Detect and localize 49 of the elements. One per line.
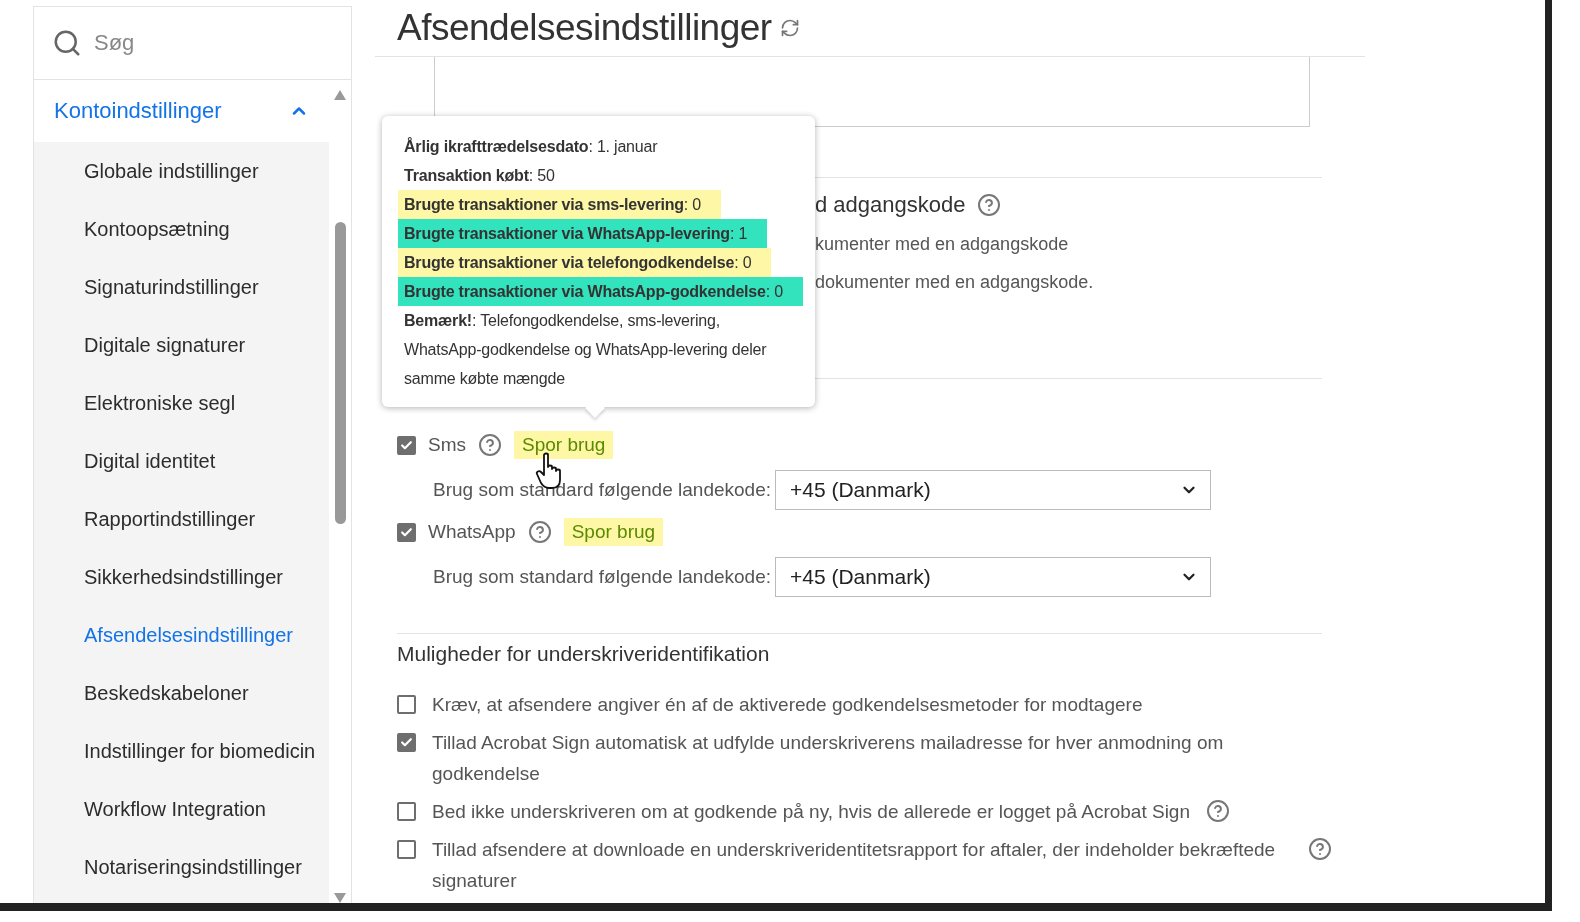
- checkbox[interactable]: [397, 840, 416, 859]
- sidebar-item[interactable]: Globale indstillinger: [34, 142, 329, 200]
- track-usage-link[interactable]: Spor brug: [514, 431, 614, 460]
- refresh-icon[interactable]: [779, 18, 800, 39]
- sidebar-item[interactable]: Beskedskabeloner: [34, 664, 329, 722]
- tooltip-line: Bemærk!: Telefongodkendelse, sms-levering, WhatsApp-godkendelse og WhatsApp-levering deler samme købte mængde: [404, 311, 768, 389]
- country-code-label: Brug som standard følgende landekode:: [433, 479, 771, 502]
- option-label: Tillad Acrobat Sign automatisk at udfylde underskriverens mailadresse for hver anmodning om godkendelse: [432, 731, 1225, 786]
- option-label: kumenter med en adgangskode: [815, 233, 1070, 256]
- help-icon[interactable]: [1206, 799, 1230, 823]
- country-select[interactable]: +45 (Danmark): [775, 557, 1211, 598]
- sidebar-item[interactable]: Sikkerhedsindstillinger: [34, 548, 329, 606]
- section-heading: d adgangskode: [815, 191, 966, 218]
- method-label: Sms: [428, 434, 466, 457]
- sidebar-item[interactable]: Workflow Integration: [34, 780, 329, 838]
- page-title: Afsendelsesindstillinger: [397, 7, 772, 50]
- option-label: Kræv, at afsendere angiver én af de aktiverede godkendelsesmetoder for modtagere: [432, 693, 1143, 717]
- track-usage-link[interactable]: Spor brug: [563, 518, 664, 547]
- sidebar-item[interactable]: Elektroniske segl: [34, 374, 329, 432]
- sidebar-item[interactable]: Signaturindstillinger: [34, 258, 329, 316]
- checkbox[interactable]: [397, 435, 416, 455]
- search-icon: [52, 28, 82, 58]
- checkbox[interactable]: [397, 695, 416, 714]
- checkmark-icon: [400, 525, 413, 539]
- sidebar-item[interactable]: Kontoopsætning: [34, 200, 329, 258]
- option-label: Tillad afsendere at downloade en underskriveridentitetsrapport for aftaler, der indeholder bekræftede signaturer: [432, 838, 1277, 893]
- help-icon[interactable]: [1308, 837, 1332, 861]
- checkbox[interactable]: [397, 802, 416, 821]
- option-label: dokumenter med en adgangskode.: [815, 271, 1095, 294]
- country-code-label: Brug som standard følgende landekode:: [433, 566, 771, 589]
- checkbox[interactable]: [397, 733, 416, 752]
- checkbox[interactable]: [397, 522, 416, 542]
- tooltip-line: Årlig ikrafttrædelsesdato: 1. januar: [404, 136, 659, 157]
- sidebar-item[interactable]: Rapportindstillinger: [34, 490, 329, 548]
- method-label: WhatsApp: [428, 521, 516, 544]
- sidebar-item[interactable]: Notariseringsindstillinger: [34, 838, 329, 896]
- section-heading: Muligheder for underskriveridentifikation: [397, 642, 771, 666]
- help-icon[interactable]: [478, 433, 502, 458]
- tooltip-line: Transaktion købt: 50: [404, 166, 556, 186]
- sidebar-item[interactable]: Digital identitet: [34, 432, 329, 490]
- help-icon[interactable]: [527, 520, 552, 545]
- sidebar-item[interactable]: Indstillinger for biomedicin: [34, 722, 329, 780]
- sidebar-item[interactable]: Digitale signaturer: [34, 316, 329, 374]
- checkmark-icon: [400, 438, 413, 452]
- option-label: Bed ikke underskriveren om at godkende på ny, hvis de allerede er logget på Acrobat Sign: [432, 800, 1190, 824]
- country-select[interactable]: +45 (Danmark): [775, 470, 1211, 511]
- checkmark-icon: [400, 736, 413, 749]
- help-icon[interactable]: [977, 192, 1002, 217]
- sidebar-item[interactable]: Afsendelsesindstillinger: [34, 606, 329, 664]
